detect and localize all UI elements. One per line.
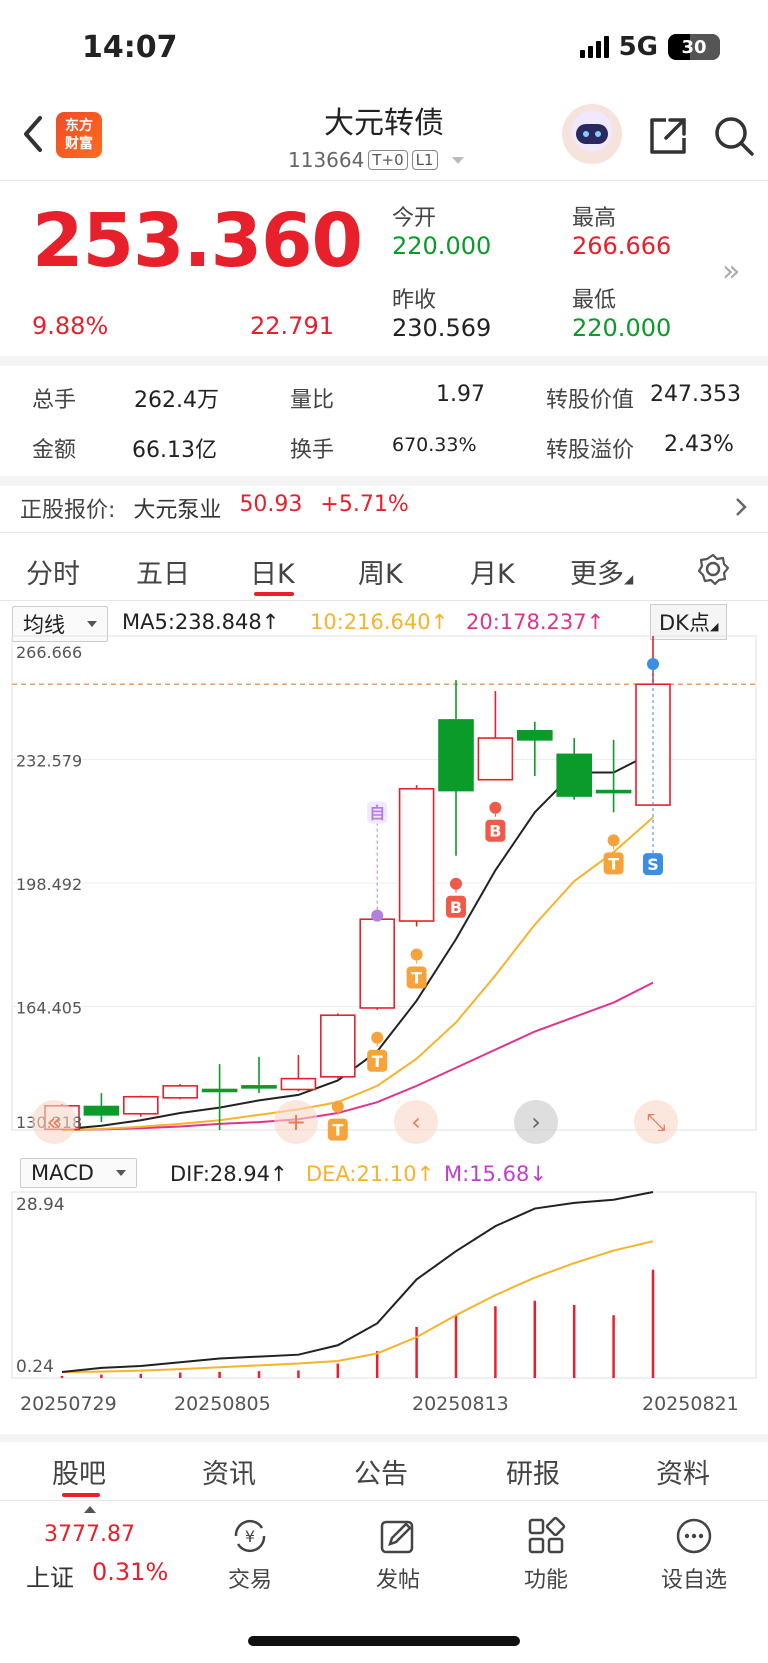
candle-body [201,1088,238,1093]
nav-post[interactable]: 发帖 [370,1516,426,1594]
signal-marker-label: T [332,1121,343,1140]
x-axis-label: 20250813 [412,1393,509,1415]
compose-icon [380,1520,414,1554]
caret-up-icon [84,1506,96,1513]
candle-body [398,787,435,922]
candle-body [83,1105,120,1116]
candle-body [477,737,514,781]
candle-body [556,753,593,797]
grid-icon [528,1516,566,1554]
scroll-left-button[interactable]: ‹ [394,1100,438,1144]
candle-body [319,1014,356,1078]
candle-body [438,719,474,792]
macd-y-label: 0.24 [16,1357,54,1377]
nav-add-watchlist[interactable]: 设自选 [656,1516,732,1594]
svg-text:«: « [47,1108,62,1136]
marker-dot [647,658,659,670]
marker-dot [607,834,620,847]
svg-text:⤡: ⤡ [646,1108,665,1136]
signal-marker-label: S [647,855,659,874]
x-axis-label: 20250821 [642,1393,739,1415]
macd-dea-line [61,1240,654,1373]
tab-forum[interactable]: 股吧 [52,1452,106,1491]
candle-body [359,918,396,1009]
marker-dot [371,1031,384,1044]
signal-marker-label: T [608,854,619,873]
x-axis-label: 20250729 [20,1393,117,1415]
signal-marker-label: 自 [369,804,385,823]
divider [0,1500,768,1501]
tab-research[interactable]: 研报 [506,1452,560,1491]
candle-body [280,1077,317,1091]
scroll-right-button[interactable]: › [514,1100,558,1144]
svg-text:+: + [286,1108,306,1136]
nav-functions-label: 功能 [523,1568,568,1593]
y-axis-label: 266.666 [16,643,82,662]
signal-marker-label: T [372,1052,383,1071]
nav-functions[interactable]: 功能 [518,1516,574,1594]
marker-dot [371,909,384,922]
index-name: 上证 [26,1564,74,1592]
candle-body [162,1085,198,1099]
tab-news[interactable]: 资讯 [202,1452,256,1491]
crosshair-button[interactable]: + [274,1100,318,1144]
ma10-line [61,816,654,1132]
candle-body [595,789,632,794]
marker-dot [410,948,423,961]
marker-dot [450,877,462,890]
y-axis-label: 232.579 [16,752,82,771]
kline-chart[interactable]: TTTBBTS自 266.666232.579198.492164.405130… [0,0,768,1420]
nav-trade-label: 交易 [227,1568,272,1593]
tab-profile[interactable]: 资料 [656,1452,710,1491]
marker-dot [331,1100,344,1113]
nav-trade[interactable]: ¥ 交易 [222,1516,278,1594]
candle-body [123,1095,159,1115]
svg-text:›: › [531,1108,541,1136]
ma5-line [61,751,654,1131]
candle-body [241,1085,277,1089]
nav-post-label: 发帖 [375,1568,420,1593]
zoom-out-button[interactable]: « [32,1100,76,1144]
svg-text:¥: ¥ [245,1527,255,1546]
index-value[interactable]: 3777.87 [44,1522,135,1547]
macd-y-label: 28.94 [16,1195,65,1215]
x-axis-label: 20250805 [174,1393,271,1415]
home-indicator [248,1636,520,1646]
y-axis-label: 164.405 [16,999,82,1018]
more-dots-icon [676,1518,712,1554]
expand-button[interactable]: ⤡ [634,1100,678,1144]
svg-text:‹: ‹ [411,1108,421,1136]
index-pct: 0.31% [92,1558,169,1586]
trade-icon: ¥ [234,1519,266,1553]
tab-announcements[interactable]: 公告 [354,1452,408,1491]
nav-add-watchlist-label: 设自选 [660,1568,727,1593]
signal-marker-label: B [450,898,462,917]
active-tab-indicator [62,1493,100,1497]
signal-marker-label: T [411,968,422,987]
y-axis-label: 198.492 [16,875,82,894]
macd-dif-line [61,1191,654,1373]
section-divider [0,1434,768,1442]
signal-marker-label: B [489,822,501,841]
candle-body [516,730,553,741]
marker-dot [489,801,502,814]
